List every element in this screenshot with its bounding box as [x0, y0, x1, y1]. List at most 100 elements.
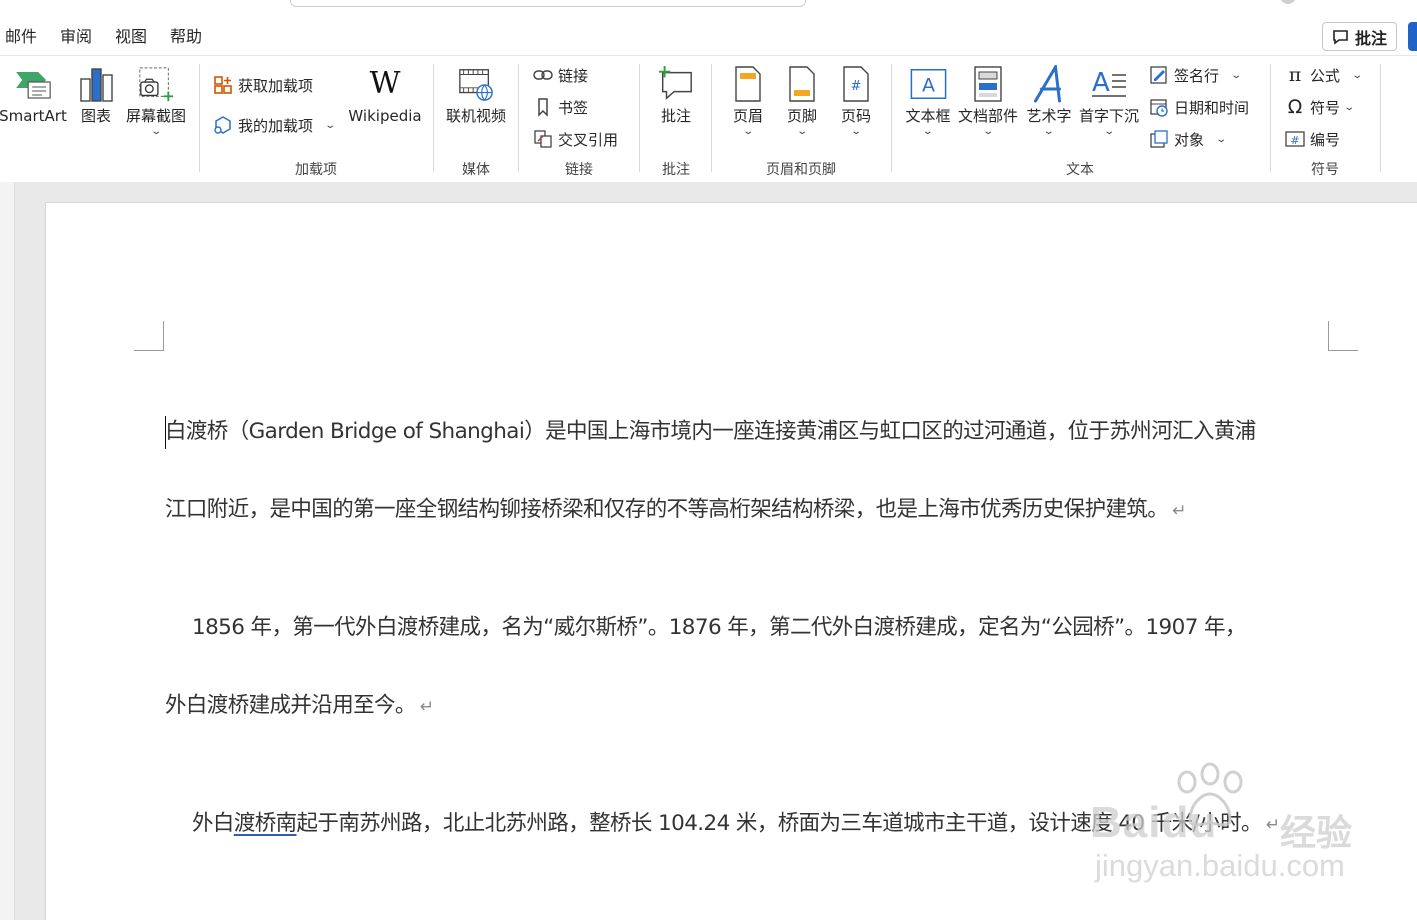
omega-icon: Ω	[1287, 96, 1303, 118]
text-line: 1856 年，第一代外白渡桥建成，名为“威尔斯桥”。1876 年，第二代外白渡桥…	[192, 615, 1246, 640]
paragraph-mark: ↵	[419, 697, 434, 717]
search-box[interactable]	[290, 0, 806, 7]
chevron-down-icon: ⌄	[922, 126, 934, 137]
signature-line-icon	[1149, 65, 1169, 85]
group-label-comments: 批注	[662, 162, 690, 178]
equation-button[interactable]: π 公式 ⌄	[1285, 63, 1364, 87]
vertical-ruler	[0, 182, 15, 920]
chevron-down-icon: ⌄	[1351, 69, 1364, 81]
tab-mailings[interactable]: 邮件	[0, 22, 42, 54]
link-icon	[533, 65, 553, 85]
equation-label: 公式	[1310, 66, 1341, 85]
store-icon	[213, 75, 233, 95]
screenshot-icon	[137, 64, 175, 104]
svg-text:#: #	[851, 79, 862, 94]
svg-text:A: A	[1092, 68, 1110, 98]
group-divider	[1270, 64, 1271, 172]
text-run: 外白	[192, 811, 234, 836]
page-number-button[interactable]: # 页码 ⌄	[837, 64, 875, 137]
get-addins-button[interactable]: 获取加载项	[213, 73, 313, 97]
paragraph-3[interactable]: 外白渡桥南起于南苏州路，北止北苏州路，整桥长 104.24 米，桥面为三车道城市…	[165, 785, 1340, 863]
footer-icon	[783, 64, 821, 104]
page-number-label: 页码	[840, 107, 871, 125]
chevron-down-icon: ⌄	[150, 126, 162, 137]
group-divider	[199, 64, 200, 172]
group-divider	[711, 64, 712, 172]
wordart-button[interactable]: 艺术字 ⌄	[1026, 64, 1072, 137]
chart-label: 图表	[80, 107, 111, 125]
footer-label: 页脚	[786, 107, 817, 125]
text-run: 起于南苏州路，北止北苏州路，整桥长 104.24 米，桥面为三车道城市主干道，设…	[296, 811, 1263, 836]
share-button[interactable]	[1408, 22, 1417, 51]
object-button[interactable]: 对象 ⌄	[1149, 127, 1228, 151]
textbox-button[interactable]: A 文本框 ⌄	[905, 64, 951, 137]
comments-button-label: 批注	[1354, 28, 1387, 48]
bookmark-button[interactable]: 书签	[533, 95, 588, 119]
text-run: 江口附近，是中国的第一座全钢结构铆接桥梁和仅存的不等高桁架结构桥梁，也是上海市优…	[165, 497, 1169, 522]
new-comment-icon	[657, 64, 695, 104]
quick-parts-button[interactable]: 文档部件 ⌄	[958, 64, 1018, 137]
quick-parts-icon	[969, 64, 1007, 104]
bookmark-label: 书签	[558, 98, 589, 117]
my-addins-button[interactable]: 我的加载项 ⌄	[213, 113, 337, 137]
comments-button[interactable]: 批注	[1322, 22, 1397, 51]
calendar-clock-icon	[1149, 97, 1169, 117]
spelling-flagged-text[interactable]: 渡桥南	[234, 811, 297, 836]
numbering-label: 编号	[1310, 130, 1341, 149]
wordart-label: 艺术字	[1026, 107, 1072, 125]
chart-button[interactable]: 图表	[77, 64, 115, 126]
new-comment-label: 批注	[660, 107, 691, 125]
footer-button[interactable]: 页脚 ⌄	[783, 64, 821, 137]
paragraph-1[interactable]: 白渡桥（Garden Bridge of Shanghai）是中国上海市境内一座…	[165, 393, 1340, 549]
online-video-label: 联机视频	[445, 107, 507, 125]
tab-help[interactable]: 帮助	[165, 22, 207, 54]
online-video-button[interactable]: 联机视频	[446, 64, 506, 126]
link-label: 链接	[558, 66, 589, 85]
drop-cap-button[interactable]: A 首字下沉 ⌄	[1079, 64, 1139, 137]
chevron-down-icon: ⌄	[324, 119, 337, 131]
textbox-icon: A	[909, 64, 947, 104]
chevron-down-icon: ⌄	[1230, 69, 1243, 81]
tab-review[interactable]: 审阅	[55, 22, 97, 54]
chevron-down-icon: ⌄	[742, 126, 754, 137]
chevron-down-icon: ⌄	[1343, 101, 1356, 113]
header-label: 页眉	[732, 107, 763, 125]
svg-text:#: #	[1290, 134, 1299, 147]
quick-parts-label: 文档部件	[957, 107, 1019, 125]
wordart-icon	[1030, 64, 1068, 104]
new-comment-button[interactable]: 批注	[657, 64, 695, 126]
paragraph-mark: ↵	[1172, 501, 1186, 521]
object-label: 对象	[1174, 130, 1205, 149]
group-divider	[518, 64, 519, 172]
text-line: 外白渡桥南起于南苏州路，北止北苏州路，整桥长 104.24 米，桥面为三车道城市…	[165, 785, 1340, 863]
chevron-down-icon: ⌄	[1043, 126, 1055, 137]
account-avatar[interactable]	[1280, 0, 1296, 4]
symbol-label: 符号	[1310, 98, 1341, 117]
screenshot-button[interactable]: 屏幕截图 ⌄	[126, 64, 186, 137]
symbol-button[interactable]: Ω 符号 ⌄	[1285, 95, 1356, 119]
group-label-header-footer: 页眉和页脚	[766, 162, 836, 178]
ribbon: SmartArt 图表 屏幕截图 ⌄ 获取加载项 我的加载项 ⌄ W Wikip…	[0, 55, 1417, 182]
group-label-links: 链接	[565, 162, 593, 178]
link-button[interactable]: 链接	[533, 63, 588, 87]
signature-line-label: 签名行	[1174, 66, 1220, 85]
cross-reference-label: 交叉引用	[558, 130, 619, 149]
numbering-button[interactable]: # 编号	[1285, 127, 1340, 151]
tab-view[interactable]: 视图	[110, 22, 152, 54]
paragraph-2[interactable]: 1856 年，第一代外白渡桥建成，名为“威尔斯桥”。1876 年，第二代外白渡桥…	[165, 589, 1340, 745]
group-divider	[639, 64, 640, 172]
cross-reference-button[interactable]: 交叉引用	[533, 127, 618, 151]
chart-icon	[77, 64, 115, 104]
date-time-button[interactable]: 日期和时间	[1149, 95, 1249, 119]
header-button[interactable]: 页眉 ⌄	[729, 64, 767, 137]
numbering-icon: #	[1285, 129, 1305, 149]
text-run: 外白渡桥建成并沿用至今。	[165, 693, 416, 718]
margin-crop-mark	[1328, 321, 1358, 351]
page-number-icon: #	[837, 64, 875, 104]
smartart-button[interactable]: SmartArt	[0, 64, 67, 126]
signature-line-button[interactable]: 签名行 ⌄	[1149, 63, 1243, 87]
chevron-down-icon: ⌄	[796, 126, 808, 137]
chevron-down-icon: ⌄	[1215, 133, 1228, 145]
wikipedia-button[interactable]: W Wikipedia	[348, 64, 421, 126]
svg-text:A: A	[921, 75, 934, 97]
